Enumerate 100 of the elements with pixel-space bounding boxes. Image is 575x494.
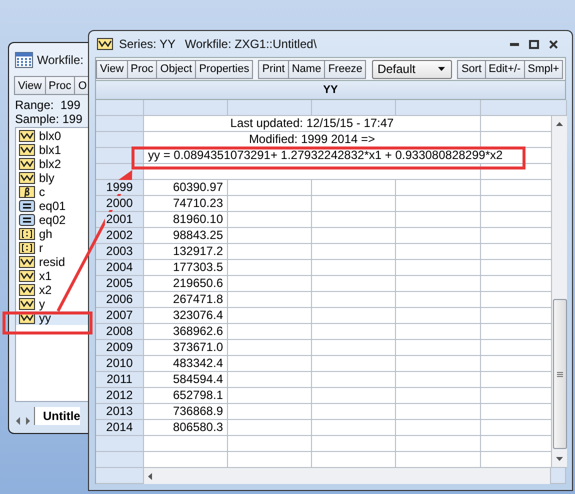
close-icon[interactable]	[549, 40, 558, 48]
maximize-icon[interactable]	[529, 40, 539, 48]
row-header	[96, 452, 144, 468]
grid-cell	[481, 116, 552, 132]
object-item[interactable]: gh	[16, 227, 88, 241]
row-header: 2010	[96, 356, 144, 372]
row-header: 2014	[96, 420, 144, 436]
grid-cell	[481, 308, 552, 324]
grip-icon	[556, 372, 562, 376]
object-item[interactable]: x2	[16, 283, 88, 297]
series-icon	[19, 130, 35, 142]
row-header: 2001	[96, 212, 144, 228]
series-icon	[19, 158, 35, 170]
row-header: 2003	[96, 244, 144, 260]
scroll-thumb[interactable]	[552, 299, 566, 449]
note-text: Last updated: 12/15/15 - 17:47	[144, 116, 481, 132]
row-header: 2007	[96, 308, 144, 324]
scroll-up-icon[interactable]	[556, 122, 563, 126]
row-header: 2000	[96, 196, 144, 212]
toolbar-button[interactable]: Object	[156, 60, 196, 78]
table-cell: 584594.4	[144, 372, 228, 388]
toolbar-button[interactable]: Print	[258, 60, 289, 78]
grid-cell	[481, 452, 552, 468]
grid-cell	[481, 260, 552, 276]
scroll-down-icon[interactable]	[556, 457, 563, 461]
table-cell: 323076.4	[144, 308, 228, 324]
toolbar-button[interactable]: Properties	[195, 60, 254, 78]
table-cell: 132917.2	[144, 244, 228, 260]
toolbar-button[interactable]: Sort	[457, 60, 486, 78]
row-header: 2006	[96, 292, 144, 308]
toolbar-button[interactable]: Name	[288, 60, 326, 78]
workfile-path: Workfile: ZXG1::Untitled\	[184, 37, 317, 51]
series-icon	[19, 270, 35, 282]
toolbar-button[interactable]: View	[14, 76, 46, 95]
window-title: Series: YY	[119, 37, 176, 51]
scroll-arrows-icon	[15, 417, 31, 425]
toolbar-button[interactable]: Freeze	[324, 60, 366, 78]
grid-cell	[481, 196, 552, 212]
object-item[interactable]: r	[16, 241, 88, 255]
table-cell: 81960.10	[144, 212, 228, 228]
table-cell: 177303.5	[144, 260, 228, 276]
sample-text: Sample: 199	[15, 112, 84, 126]
object-item[interactable]: blx2	[16, 157, 88, 171]
table-cell: 219650.6	[144, 276, 228, 292]
row-header: 2008	[96, 324, 144, 340]
toolbar-button[interactable]: Proc	[126, 60, 158, 78]
series-icon	[97, 38, 113, 50]
object-item[interactable]: bly	[16, 171, 88, 185]
vector-icon	[19, 228, 35, 240]
grid-cell	[481, 228, 552, 244]
object-item[interactable]: blx0	[16, 129, 88, 143]
grid-cell	[481, 420, 552, 436]
grid-cell	[481, 436, 552, 452]
row-header: 2011	[96, 372, 144, 388]
series-icon	[19, 284, 35, 296]
sheet-tab[interactable]: Untitle	[34, 407, 80, 425]
grid-cell	[481, 340, 552, 356]
object-item[interactable]: c	[16, 185, 88, 199]
row-header	[96, 436, 144, 452]
window-title: Workfile:	[37, 53, 84, 67]
object-item[interactable]: blx1	[16, 143, 88, 157]
row-header: 2009	[96, 340, 144, 356]
table-cell: 267471.8	[144, 292, 228, 308]
vertical-scrollbar[interactable]	[552, 116, 567, 468]
toolbar-button[interactable]: View	[96, 60, 128, 78]
row-header: 2013	[96, 404, 144, 420]
object-item[interactable]: resid	[16, 255, 88, 269]
minimize-icon[interactable]	[510, 42, 519, 46]
object-item[interactable]: eq01	[16, 199, 88, 213]
series-icon	[19, 298, 35, 310]
view-select[interactable]: Default	[372, 60, 452, 78]
sheet-title: YY	[323, 84, 338, 96]
table-cell: 60390.97	[144, 180, 228, 196]
table-cell: 806580.3	[144, 420, 228, 436]
row-header: 2005	[96, 276, 144, 292]
series-icon	[19, 172, 35, 184]
toolbar-button[interactable]: Smpl+	[524, 60, 564, 78]
series-icon	[19, 256, 35, 268]
equation-icon	[19, 214, 35, 226]
grid-cell	[481, 244, 552, 260]
vector-icon	[19, 242, 35, 254]
table-cell: 74710.23	[144, 196, 228, 212]
object-item[interactable]: x1	[16, 269, 88, 283]
toolbar-button[interactable]: O	[74, 76, 88, 95]
grid-cell	[481, 356, 552, 372]
table-cell: 98843.25	[144, 228, 228, 244]
grid-cell	[481, 324, 552, 340]
row-header: 2002	[96, 228, 144, 244]
toolbar-button[interactable]: Proc	[44, 76, 76, 95]
horizontal-scrollbar[interactable]	[144, 468, 551, 484]
table-icon	[15, 52, 33, 68]
object-item[interactable]: y	[16, 297, 88, 311]
scroll-left-icon[interactable]	[148, 472, 152, 480]
scroll-corner	[551, 468, 566, 484]
toolbar-button[interactable]: Edit+/-	[484, 60, 525, 78]
table-cell: 373671.0	[144, 340, 228, 356]
coefficient-icon	[19, 186, 35, 198]
object-item[interactable]: eq02	[16, 213, 88, 227]
row-header: 2012	[96, 388, 144, 404]
grid-cell	[481, 276, 552, 292]
